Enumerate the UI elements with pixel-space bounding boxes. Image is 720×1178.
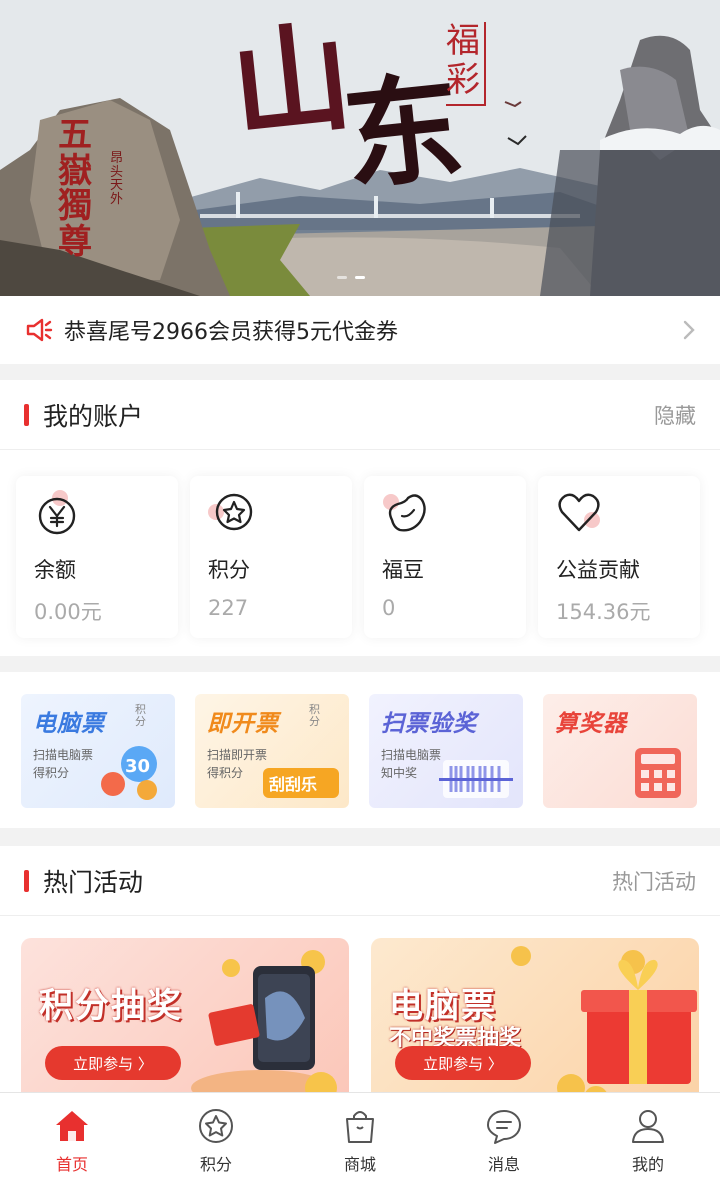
scan-verify-prize-tool[interactable]: 扫票验奖 扫描电脑票知中奖 bbox=[369, 694, 523, 808]
section-marker bbox=[24, 869, 29, 892]
account-header: 我的账户 隐藏 bbox=[0, 380, 720, 450]
section-marker bbox=[24, 403, 29, 426]
bean-icon bbox=[383, 494, 426, 532]
yuan-icon bbox=[38, 490, 76, 535]
computer-ticket-lottery-card[interactable]: 电脑票 不中奖票抽奖 立即参与 〉 bbox=[371, 938, 699, 1108]
account-points[interactable]: 积分 227 bbox=[190, 476, 352, 638]
tab-label: 消息 bbox=[487, 1155, 520, 1174]
banner-title: 山东 bbox=[225, 7, 458, 208]
barcode-scan-icon bbox=[439, 760, 513, 798]
carousel-dot-active bbox=[355, 276, 365, 279]
hot-header: 热门活动 热门活动 bbox=[0, 846, 720, 916]
account-charity[interactable]: 公益贡献 154.36元 bbox=[538, 476, 700, 638]
rock-inscription: 五嶽獨尊 bbox=[58, 115, 92, 263]
points-lottery-card[interactable]: 积分抽奖 立即参与 〉 bbox=[21, 938, 349, 1108]
points-label: 积分 bbox=[208, 558, 250, 582]
chevron-right-icon bbox=[683, 320, 695, 340]
home-icon bbox=[56, 1111, 88, 1141]
account-section: 我的账户 隐藏 余额 0.00元 积分 227 福豆 0 公益贡献 154.36… bbox=[0, 380, 720, 656]
tool-tag: 积分 bbox=[309, 703, 320, 729]
tool-subtitle: 扫描电脑票得积分 bbox=[33, 748, 94, 780]
carousel-indicator bbox=[337, 276, 365, 279]
shopping-bag-icon bbox=[346, 1111, 374, 1143]
tool-tag: 积分 bbox=[135, 703, 146, 729]
join-now-button[interactable]: 立即参与 〉 bbox=[45, 1046, 181, 1080]
charity-label: 公益贡献 bbox=[556, 558, 640, 582]
scan-computer-ticket-tool[interactable]: 电脑票 积分 扫描电脑票得积分 30 bbox=[21, 694, 175, 808]
tab-mine[interactable]: 我的 bbox=[576, 1093, 720, 1178]
hot-more-link[interactable]: 热门活动 bbox=[612, 866, 696, 896]
account-beans[interactable]: 福豆 0 bbox=[364, 476, 526, 638]
account-grid: 余额 0.00元 积分 227 福豆 0 公益贡献 154.36元 bbox=[0, 450, 720, 638]
message-icon bbox=[487, 1110, 521, 1144]
account-balance[interactable]: 余额 0.00元 bbox=[16, 476, 178, 638]
star-icon bbox=[208, 493, 253, 531]
balance-label: 余额 bbox=[34, 558, 76, 582]
activity-title: 积分抽奖 bbox=[39, 986, 183, 1026]
carousel-dot bbox=[337, 276, 347, 279]
balance-value: 0.00元 bbox=[34, 600, 102, 624]
points-value: 227 bbox=[208, 596, 249, 620]
tab-mall[interactable]: 商城 bbox=[288, 1093, 432, 1178]
hot-title: 热门活动 bbox=[43, 867, 144, 897]
fucai-seal: 福彩 bbox=[446, 21, 486, 107]
tab-messages[interactable]: 消息 bbox=[432, 1093, 576, 1178]
tool-title: 扫票验奖 bbox=[381, 711, 477, 737]
tools-section: 电脑票 积分 扫描电脑票得积分 30 即开票 积分 扫描即开票得积分 刮刮乐 扫… bbox=[0, 672, 720, 828]
prize-calculator-tool[interactable]: 算奖器 bbox=[543, 694, 697, 808]
tab-label: 商城 bbox=[343, 1155, 376, 1174]
heart-icon bbox=[558, 493, 600, 532]
star-icon bbox=[199, 1109, 233, 1143]
tab-points[interactable]: 积分 bbox=[144, 1093, 288, 1178]
svg-text:30: 30 bbox=[125, 756, 150, 777]
tab-label: 首页 bbox=[55, 1155, 88, 1174]
lottery-ball-icon: 30 bbox=[101, 746, 157, 800]
beans-label: 福豆 bbox=[382, 558, 424, 582]
tab-label: 我的 bbox=[631, 1155, 664, 1174]
hide-balance-button[interactable]: 隐藏 bbox=[654, 400, 696, 430]
hot-activities-section: 热门活动 热门活动 积分抽奖 立即参与 〉 电脑票 不中奖票抽奖 立即参与 〉 bbox=[0, 846, 720, 1108]
scratch-card-icon: 刮刮乐 bbox=[263, 768, 339, 798]
notice-bar[interactable]: 恭喜尾号2966会员获得5元代金券 bbox=[0, 296, 720, 364]
rock-inscription-small: 昂头天外 bbox=[110, 151, 124, 207]
tab-label: 积分 bbox=[199, 1155, 232, 1174]
beans-value: 0 bbox=[382, 596, 396, 620]
tool-title: 算奖器 bbox=[555, 711, 627, 737]
bottom-tab-bar: 首页 积分 商城 消息 我的 bbox=[0, 1092, 720, 1178]
svg-text:刮刮乐: 刮刮乐 bbox=[269, 775, 317, 794]
speaker-icon bbox=[26, 318, 53, 342]
account-title: 我的账户 bbox=[43, 401, 144, 431]
charity-value: 154.36元 bbox=[556, 600, 651, 624]
calculator-icon bbox=[635, 748, 681, 798]
scan-instant-ticket-tool[interactable]: 即开票 积分 扫描即开票得积分 刮刮乐 bbox=[195, 694, 349, 808]
tab-home[interactable]: 首页 bbox=[0, 1093, 144, 1178]
user-icon bbox=[632, 1110, 664, 1143]
notice-text: 恭喜尾号2966会员获得5元代金券 bbox=[64, 320, 398, 345]
join-now-button[interactable]: 立即参与 〉 bbox=[395, 1046, 531, 1080]
banner-carousel[interactable]: 山东 福彩 五嶽獨尊 昂头天外 bbox=[0, 0, 720, 296]
